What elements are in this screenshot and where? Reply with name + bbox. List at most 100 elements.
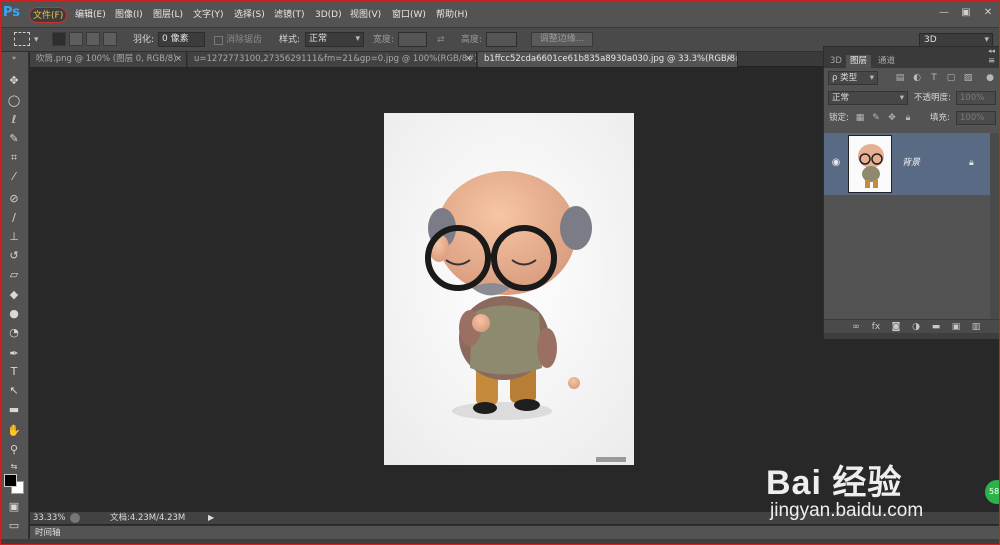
new-layer-icon[interactable]: ▣ [950, 321, 962, 333]
new-group-icon[interactable]: ▬ [930, 321, 942, 333]
toolbar-collapse-icon[interactable]: » [5, 54, 23, 62]
add-selection-icon[interactable] [69, 32, 83, 46]
layer-style-icon[interactable]: fx [870, 321, 882, 333]
menu-file[interactable]: 文件(F) [29, 7, 68, 23]
link-layers-icon[interactable]: ∞ [850, 321, 862, 333]
add-mask-icon[interactable]: ◙ [890, 321, 902, 333]
panel-scrollbar[interactable] [990, 133, 1000, 319]
paint-bucket-tool-icon[interactable]: ◆ [5, 286, 23, 303]
menu-layer[interactable]: 图层(L) [150, 7, 186, 23]
width-label: 宽度: [373, 35, 395, 45]
quick-selection-tool-icon[interactable]: ✎ [5, 130, 23, 147]
blur-tool-icon[interactable]: ● [5, 305, 23, 322]
menu-image[interactable]: 图像(I) [112, 7, 146, 23]
healing-brush-tool-icon[interactable]: ⊘ [5, 190, 23, 207]
tab-layers[interactable]: 图层 [846, 55, 872, 68]
width-input[interactable] [398, 32, 427, 47]
layer-row-background[interactable]: ◉ 背景 🔒︎ [824, 133, 990, 195]
foreground-color-swatch[interactable] [4, 474, 17, 487]
new-selection-icon[interactable] [52, 32, 66, 46]
history-brush-tool-icon[interactable]: ↺ [5, 247, 23, 264]
fill-input[interactable]: 100% [956, 111, 996, 125]
menu-help[interactable]: 帮助(H) [433, 7, 471, 23]
height-label: 高度: [461, 35, 483, 45]
filter-smart-object-icon[interactable]: ▨ [962, 72, 974, 84]
filter-toggle-icon[interactable]: ● [984, 72, 996, 84]
status-info-icon[interactable] [70, 513, 80, 523]
layer-lock-icon: 🔒︎ [969, 158, 974, 168]
lock-all-icon[interactable]: 🔒︎ [902, 112, 914, 124]
antialias-label: 消除锯齿 [226, 35, 263, 45]
height-input[interactable] [486, 32, 517, 47]
dodge-tool-icon[interactable]: ◔ [5, 324, 23, 341]
close-icon[interactable]: ✕ [982, 8, 994, 18]
type-tool-icon[interactable]: T [5, 363, 23, 380]
menu-view[interactable]: 视图(V) [347, 7, 384, 23]
marquee-tool-icon[interactable]: ◯ [5, 92, 23, 109]
visibility-eye-icon[interactable]: ◉ [830, 157, 842, 169]
close-icon[interactable]: × [175, 52, 182, 67]
hand-tool-icon[interactable]: ✋ [5, 422, 23, 439]
refine-edge-button[interactable]: 调整边缘... [531, 32, 593, 47]
quick-mask-icon[interactable]: ▣ [5, 498, 23, 515]
filter-adjustment-icon[interactable]: ◐ [911, 72, 923, 84]
marquee-preset-icon[interactable] [14, 32, 30, 46]
zoom-tool-icon[interactable]: ⚲ [5, 441, 23, 458]
menu-window[interactable]: 窗口(W) [389, 7, 429, 23]
close-icon[interactable]: × [465, 52, 472, 67]
tab-document-1[interactable]: 吹筒.png @ 100% (图层 0, RGB/8) × [30, 52, 187, 67]
lock-position-icon[interactable]: ✥ [886, 112, 898, 124]
preset-dropdown-arrow-icon[interactable]: ▾ [34, 33, 39, 47]
panel-menu-icon[interactable]: ≡ [984, 55, 999, 68]
timeline-tab[interactable]: 时间轴 [35, 526, 61, 540]
crop-tool-icon[interactable]: ⌗ [5, 149, 23, 166]
document-size-info: 文档:4.23M/4.23M [110, 513, 186, 523]
tools-panel: » ✥ ◯ ℓ ✎ ⌗ ⁄ ⊘ ∕ ⊥ ↺ ▱ ◆ ● ◔ ✒ T ↖ ▬ ✋ … [0, 52, 29, 545]
delete-layer-icon[interactable]: ▥ [970, 321, 982, 333]
pen-tool-icon[interactable]: ✒ [5, 345, 23, 362]
eraser-tool-icon[interactable]: ▱ [5, 266, 23, 283]
brush-tool-icon[interactable]: ∕ [5, 209, 23, 226]
tab-document-2[interactable]: u=1272773100,2735629111&fm=21&gp=0.jpg @… [188, 52, 477, 67]
path-selection-tool-icon[interactable]: ↖ [5, 382, 23, 399]
menu-edit[interactable]: 编辑(E) [72, 7, 109, 23]
rectangle-tool-icon[interactable]: ▬ [5, 401, 23, 418]
lasso-tool-icon[interactable]: ℓ [5, 111, 23, 128]
adjustment-layer-icon[interactable]: ◑ [910, 321, 922, 333]
blend-mode-select[interactable]: 正常 [828, 91, 908, 105]
restore-icon[interactable]: ▣ [960, 8, 972, 18]
tab-document-3[interactable]: b1ffcc52cda6601ce61b835a8930a030.jpg @ 3… [478, 52, 738, 67]
menu-select[interactable]: 选择(S) [231, 7, 268, 23]
antialias-checkbox[interactable] [214, 36, 223, 45]
style-select[interactable]: 正常 [305, 32, 364, 47]
clone-stamp-tool-icon[interactable]: ⊥ [5, 228, 23, 245]
lock-pixels-icon[interactable]: ✎ [870, 112, 882, 124]
close-icon[interactable]: × [726, 52, 733, 67]
feather-input[interactable]: 0 像素 [158, 32, 205, 47]
filter-shape-icon[interactable]: ▢ [945, 72, 957, 84]
opacity-input[interactable]: 100% [956, 91, 996, 105]
workspace-select[interactable]: 3D [919, 33, 993, 47]
minimize-icon[interactable]: — [938, 8, 950, 18]
swap-icon[interactable]: ⇄ [437, 33, 445, 47]
document-image[interactable] [384, 113, 634, 465]
panel-collapse-icon[interactable]: ◂◂ [824, 47, 1000, 55]
subtract-selection-icon[interactable] [86, 32, 100, 46]
swap-colors-icon[interactable]: ⇆ [5, 458, 23, 475]
eyedropper-tool-icon[interactable]: ⁄ [5, 168, 23, 185]
menu-3d[interactable]: 3D(D) [312, 7, 345, 23]
status-menu-arrow-icon[interactable]: ▶ [208, 513, 218, 523]
screen-mode-icon[interactable]: ▭ [5, 517, 23, 534]
move-tool-icon[interactable]: ✥ [5, 72, 23, 89]
menu-type[interactable]: 文字(Y) [190, 7, 227, 23]
tab-channels[interactable]: 通道 [874, 55, 899, 68]
layer-filter-select[interactable]: ρ 类型 [828, 71, 878, 85]
layer-name[interactable]: 背景 [902, 157, 920, 169]
zoom-level[interactable]: 33.33% [33, 512, 65, 525]
tab-3d[interactable]: 3D [826, 55, 846, 68]
filter-type-icon[interactable]: T [928, 72, 940, 84]
intersect-selection-icon[interactable] [103, 32, 117, 46]
lock-transparent-icon[interactable]: ▦ [854, 112, 866, 124]
filter-pixel-icon[interactable]: ▤ [894, 72, 906, 84]
menu-filter[interactable]: 滤镜(T) [271, 7, 308, 23]
